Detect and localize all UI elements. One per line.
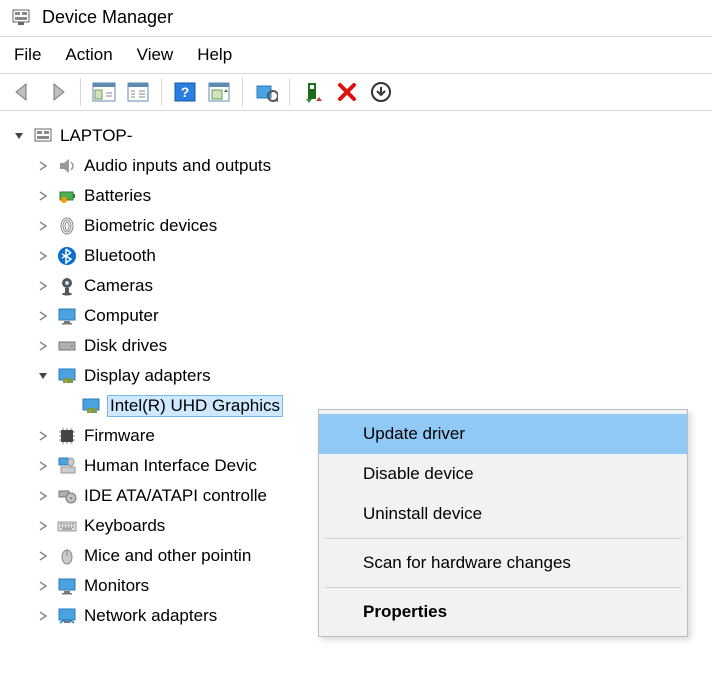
camera-icon bbox=[56, 275, 78, 297]
toolbar-separator bbox=[289, 78, 290, 106]
tree-item-label: Biometric devices bbox=[84, 216, 217, 236]
tree-item-audio[interactable]: Audio inputs and outputs bbox=[36, 151, 712, 181]
tree-item-batteries[interactable]: Batteries bbox=[36, 181, 712, 211]
hid-icon bbox=[56, 455, 78, 477]
chevron-right-icon[interactable] bbox=[36, 339, 50, 353]
chevron-right-icon[interactable] bbox=[36, 519, 50, 533]
monitor-icon bbox=[56, 305, 78, 327]
tree-item-label: Network adapters bbox=[84, 606, 217, 626]
chevron-right-icon[interactable] bbox=[36, 579, 50, 593]
tree-item-computer[interactable]: Computer bbox=[36, 301, 712, 331]
computer-icon bbox=[32, 125, 54, 147]
tree-item-label: Audio inputs and outputs bbox=[84, 156, 271, 176]
menubar: File Action View Help bbox=[0, 36, 712, 74]
chevron-down-icon[interactable] bbox=[12, 129, 26, 143]
scan-hardware-button[interactable] bbox=[204, 78, 234, 106]
menu-file[interactable]: File bbox=[14, 45, 41, 65]
update-driver-button[interactable] bbox=[251, 78, 281, 106]
tree-item-label: Cameras bbox=[84, 276, 153, 296]
menu-view[interactable]: View bbox=[137, 45, 174, 65]
ctx-disable-device[interactable]: Disable device bbox=[319, 454, 687, 494]
device-manager-icon bbox=[10, 6, 32, 28]
tree-item-display-adapters[interactable]: Display adapters bbox=[36, 361, 712, 391]
tree-item-label: Firmware bbox=[84, 426, 155, 446]
ctx-separator bbox=[325, 587, 681, 588]
uninstall-device-button[interactable] bbox=[332, 78, 362, 106]
disk-icon bbox=[56, 335, 78, 357]
tree-root-label: LAPTOP- bbox=[60, 126, 132, 146]
mouse-icon bbox=[56, 545, 78, 567]
tree-item-label: Intel(R) UHD Graphics bbox=[108, 396, 282, 416]
tree-item-label: Computer bbox=[84, 306, 159, 326]
ctx-scan-hardware[interactable]: Scan for hardware changes bbox=[319, 543, 687, 583]
chevron-right-icon[interactable] bbox=[36, 159, 50, 173]
tree-item-label: IDE ATA/ATAPI controlle bbox=[84, 486, 267, 506]
fingerprint-icon bbox=[56, 215, 78, 237]
chevron-right-icon[interactable] bbox=[36, 219, 50, 233]
toolbar-separator bbox=[161, 78, 162, 106]
properties-button[interactable] bbox=[123, 78, 153, 106]
chevron-right-icon[interactable] bbox=[36, 309, 50, 323]
battery-icon bbox=[56, 185, 78, 207]
show-hide-tree-button[interactable] bbox=[89, 78, 119, 106]
ctx-uninstall-device[interactable]: Uninstall device bbox=[319, 494, 687, 534]
context-menu: Update driver Disable device Uninstall d… bbox=[318, 409, 688, 637]
tree-item-label: Display adapters bbox=[84, 366, 211, 386]
menu-help[interactable]: Help bbox=[197, 45, 232, 65]
window-title: Device Manager bbox=[42, 7, 173, 28]
forward-button[interactable] bbox=[42, 78, 72, 106]
chevron-down-icon[interactable] bbox=[36, 369, 50, 383]
tree-item-bluetooth[interactable]: Bluetooth bbox=[36, 241, 712, 271]
tree-item-label: Monitors bbox=[84, 576, 149, 596]
enable-device-button[interactable] bbox=[298, 78, 328, 106]
network-icon bbox=[56, 605, 78, 627]
toolbar-separator bbox=[80, 78, 81, 106]
tree-item-label: Bluetooth bbox=[84, 246, 156, 266]
tree-item-label: Keyboards bbox=[84, 516, 165, 536]
ctx-separator bbox=[325, 538, 681, 539]
menu-action[interactable]: Action bbox=[65, 45, 112, 65]
display-adapter-icon bbox=[80, 395, 102, 417]
expander-none bbox=[60, 399, 74, 413]
chevron-right-icon[interactable] bbox=[36, 549, 50, 563]
help-button[interactable]: ? bbox=[170, 78, 200, 106]
ide-icon bbox=[56, 485, 78, 507]
monitor-icon bbox=[56, 575, 78, 597]
device-tree-area: LAPTOP- Audio inputs and outputs Batteri… bbox=[0, 111, 712, 631]
tree-item-cameras[interactable]: Cameras bbox=[36, 271, 712, 301]
titlebar: Device Manager bbox=[0, 0, 712, 36]
chevron-right-icon[interactable] bbox=[36, 489, 50, 503]
tree-item-label: Batteries bbox=[84, 186, 151, 206]
chevron-right-icon[interactable] bbox=[36, 459, 50, 473]
keyboard-icon bbox=[56, 515, 78, 537]
speaker-icon bbox=[56, 155, 78, 177]
back-button[interactable] bbox=[8, 78, 38, 106]
tree-item-label: Disk drives bbox=[84, 336, 167, 356]
ctx-update-driver[interactable]: Update driver bbox=[319, 414, 687, 454]
tree-item-label: Mice and other pointin bbox=[84, 546, 251, 566]
tree-item-disk-drives[interactable]: Disk drives bbox=[36, 331, 712, 361]
tree-root[interactable]: LAPTOP- bbox=[12, 121, 712, 151]
toolbar-separator bbox=[242, 78, 243, 106]
install-legacy-button[interactable] bbox=[366, 78, 396, 106]
bluetooth-icon bbox=[56, 245, 78, 267]
svg-text:?: ? bbox=[181, 84, 190, 100]
tree-item-biometric[interactable]: Biometric devices bbox=[36, 211, 712, 241]
ctx-properties[interactable]: Properties bbox=[319, 592, 687, 632]
chevron-right-icon[interactable] bbox=[36, 609, 50, 623]
tree-item-label: Human Interface Devic bbox=[84, 456, 257, 476]
chevron-right-icon[interactable] bbox=[36, 429, 50, 443]
display-adapter-icon bbox=[56, 365, 78, 387]
chip-icon bbox=[56, 425, 78, 447]
chevron-right-icon[interactable] bbox=[36, 279, 50, 293]
chevron-right-icon[interactable] bbox=[36, 189, 50, 203]
chevron-right-icon[interactable] bbox=[36, 249, 50, 263]
toolbar: ? bbox=[0, 74, 712, 111]
